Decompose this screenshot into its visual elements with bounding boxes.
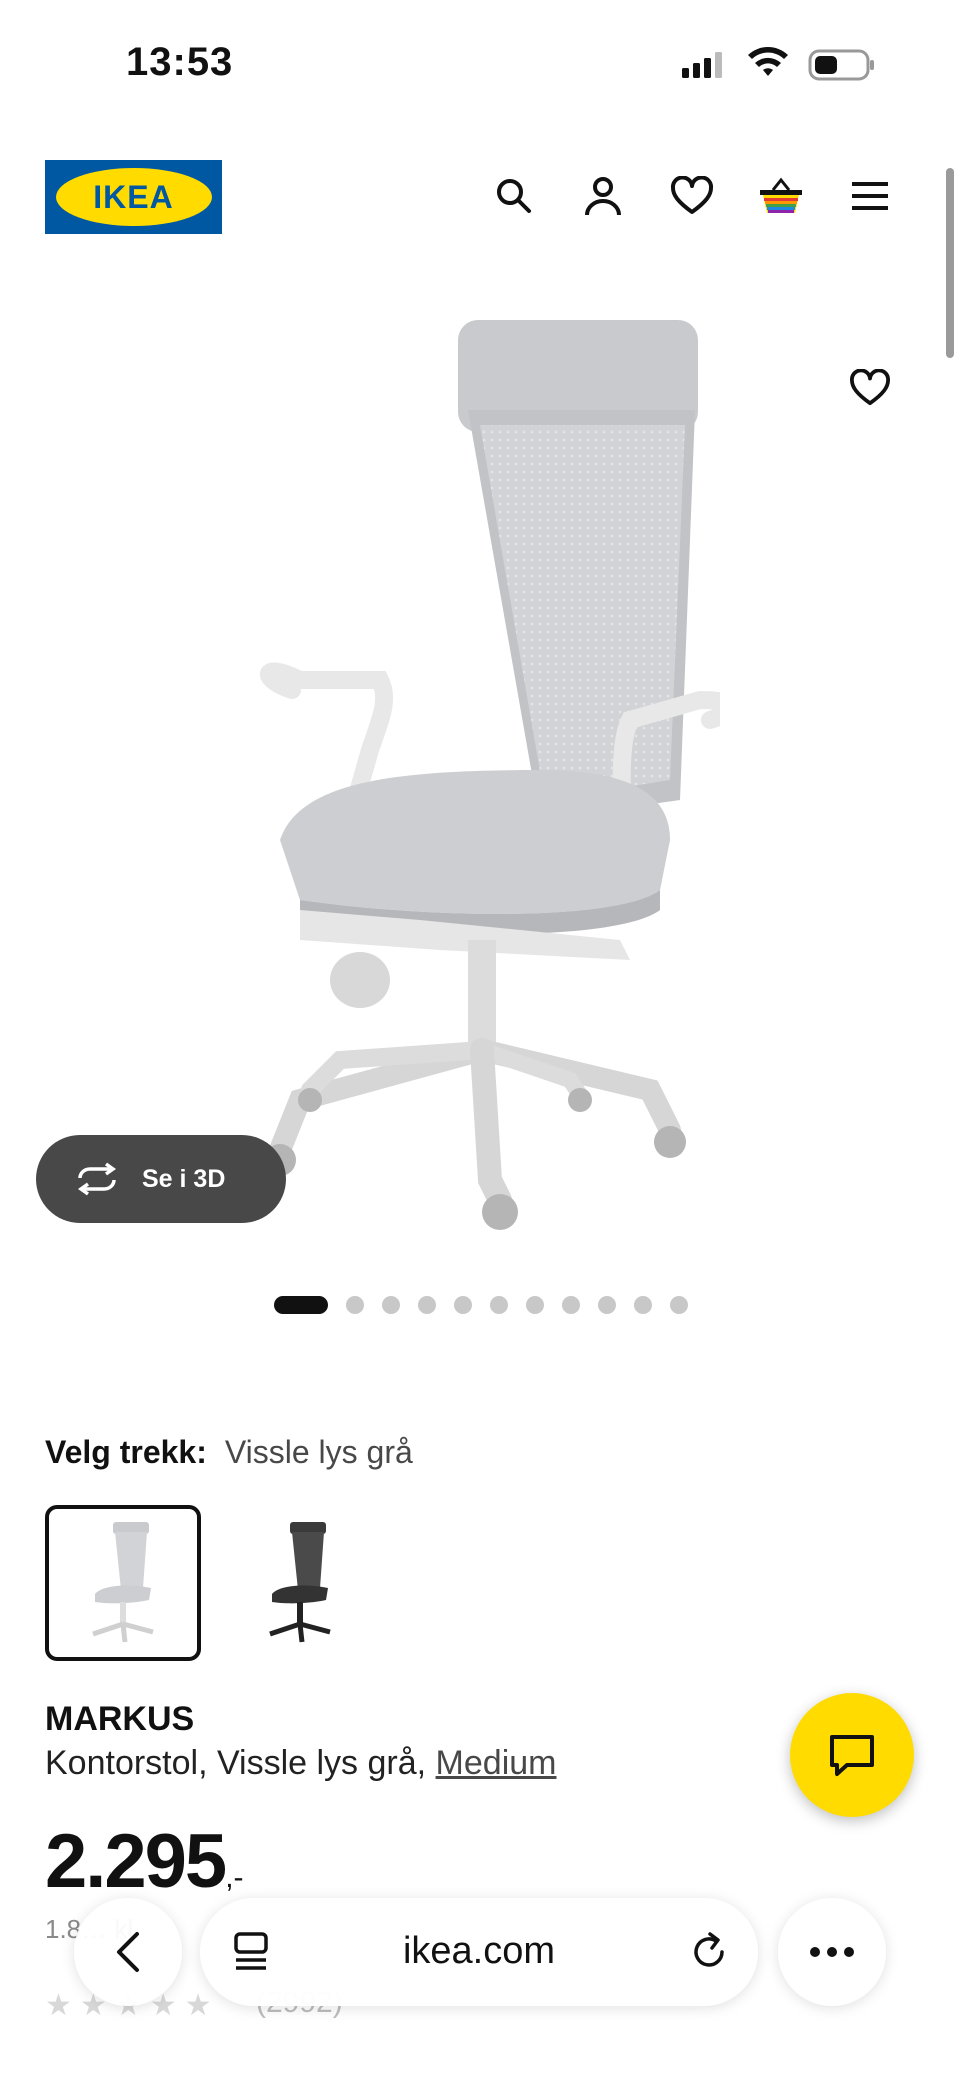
size-link[interactable]: Medium (436, 1744, 557, 1782)
chat-button[interactable] (790, 1693, 914, 1817)
variant-label: Velg trekk: (45, 1434, 207, 1470)
logo-oval: IKEA (55, 168, 212, 226)
browser-more-button[interactable] (778, 1898, 886, 2006)
see-in-3d-button[interactable]: Se i 3D (36, 1135, 286, 1223)
price-main: 2.295 (45, 1819, 227, 1904)
variant-swatch-dark-grey[interactable] (222, 1505, 378, 1661)
carousel-dot[interactable] (274, 1296, 328, 1314)
status-bar: 13:53 (0, 0, 960, 130)
reload-icon[interactable] (688, 1928, 730, 1974)
chevron-left-icon (117, 1932, 139, 1972)
carousel-dot[interactable] (490, 1296, 508, 1314)
variant-swatch-light-grey[interactable] (45, 1505, 201, 1661)
price-suffix: ,- (225, 1861, 244, 1894)
chair-thumbnail-dark (269, 1522, 331, 1643)
rotate-3d-icon (77, 1162, 117, 1196)
chat-bubble-icon (830, 1735, 874, 1776)
carousel-dot[interactable] (382, 1296, 400, 1314)
more-dots-icon (810, 1947, 854, 1957)
browser-back-button[interactable] (74, 1898, 182, 2006)
cellular-signal-icon (682, 52, 722, 78)
url-text: ikea.com (402, 1930, 556, 1972)
account-icon[interactable] (577, 170, 629, 222)
shopping-basket-icon[interactable] (755, 170, 807, 222)
product-description: Kontorstol, Vissle lys grå, Medium (45, 1744, 556, 1783)
favourites-heart-icon[interactable] (666, 170, 718, 222)
product-name: MARKUS (45, 1700, 195, 1738)
status-time: 13:53 (126, 40, 234, 84)
carousel-dot[interactable] (670, 1296, 688, 1314)
variant-value: Vissle lys grå (224, 1434, 413, 1470)
browser-address-bar[interactable]: ikea.com (200, 1898, 758, 2006)
product-image[interactable] (240, 300, 720, 1260)
wifi-icon (748, 47, 788, 76)
carousel-dot[interactable] (634, 1296, 652, 1314)
carousel-dot[interactable] (526, 1296, 544, 1314)
chair-thumbnail-light (92, 1522, 154, 1643)
page-scrollbar[interactable] (946, 168, 954, 358)
product-price: 2.295,- (45, 1818, 244, 1905)
ikea-logo[interactable]: IKEA (45, 160, 222, 234)
add-to-favourites-button[interactable] (840, 358, 900, 418)
carousel-dot[interactable] (418, 1296, 436, 1314)
carousel-dot[interactable] (454, 1296, 472, 1314)
carousel-dot[interactable] (346, 1296, 364, 1314)
carousel-dot[interactable] (562, 1296, 580, 1314)
image-carousel-dots[interactable] (274, 1296, 688, 1314)
star-icon: ★ (45, 1989, 72, 2022)
carousel-dot[interactable] (598, 1296, 616, 1314)
logo-text: IKEA (93, 178, 174, 215)
battery-icon (808, 49, 874, 81)
star-half-icon: ★ (184, 1989, 212, 2022)
variant-selector-label: Velg trekk: Vissle lys grå (45, 1434, 413, 1471)
search-icon[interactable] (488, 170, 540, 222)
product-description-text: Kontorstol, Vissle lys grå, (45, 1744, 436, 1782)
see-in-3d-label: Se i 3D (142, 1164, 226, 1193)
menu-hamburger-icon[interactable] (844, 170, 896, 222)
heart-icon (850, 369, 890, 406)
